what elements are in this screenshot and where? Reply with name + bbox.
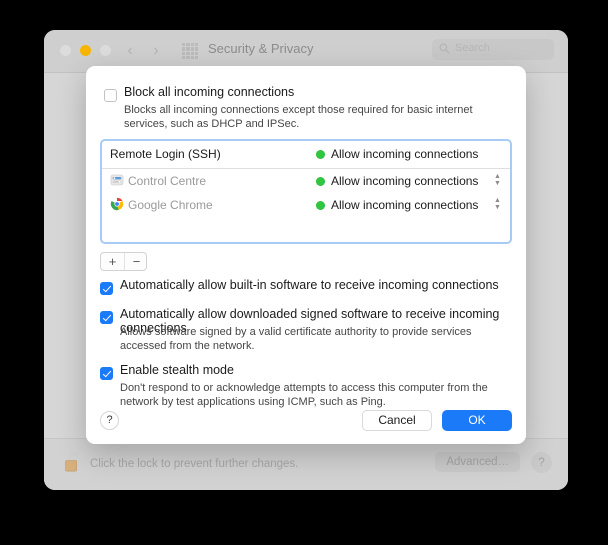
chevron-left-icon[interactable]: ‹: [122, 42, 138, 60]
app-status-label: Allow incoming connections: [331, 174, 479, 188]
chevron-right-icon[interactable]: ›: [148, 42, 164, 60]
app-status-label: Allow incoming connections: [331, 147, 479, 161]
zoom-window-button[interactable]: [100, 45, 111, 56]
ok-button[interactable]: OK: [442, 410, 512, 431]
firewall-options-sheet: Block all incoming connections Blocks al…: [86, 66, 526, 444]
lock-bar: Click the lock to prevent further change…: [44, 438, 568, 490]
app-status-label: Allow incoming connections: [331, 198, 479, 212]
stepper-control[interactable]: ▲ ▼: [493, 173, 502, 189]
stepper-control[interactable]: ▲ ▼: [493, 197, 502, 213]
enable-stealth-mode-checkbox[interactable]: [100, 367, 113, 380]
app-name: Google Chrome: [128, 198, 213, 212]
status-badge: [316, 177, 325, 186]
lock-bar-text: Click the lock to prevent further change…: [90, 458, 299, 470]
allow-builtin-software-checkbox[interactable]: [100, 282, 113, 295]
search-icon: [439, 43, 450, 54]
block-all-incoming-description: Blocks all incoming connections except t…: [124, 104, 473, 130]
status-badge: [316, 150, 325, 159]
grid-view-icon[interactable]: [182, 43, 198, 59]
app-name: Control Centre: [128, 174, 207, 188]
firewall-apps-list[interactable]: Remote Login (SSH) Allow incoming connec…: [100, 139, 512, 244]
block-all-incoming-checkbox[interactable]: [104, 89, 117, 102]
minimize-window-button[interactable]: [80, 45, 91, 56]
remove-app-button[interactable]: −: [124, 253, 148, 270]
control-centre-icon: [110, 173, 124, 187]
close-window-button[interactable]: [60, 45, 71, 56]
search-placeholder: Search: [455, 42, 490, 54]
list-add-remove-controls: + −: [100, 252, 147, 271]
allow-signed-software-checkbox[interactable]: [100, 311, 113, 324]
block-all-incoming-label: Block all incoming connections: [124, 85, 295, 99]
help-button[interactable]: ?: [100, 411, 119, 430]
table-row[interactable]: Google Chrome Allow incoming connections…: [102, 193, 510, 217]
google-chrome-icon: [110, 197, 124, 211]
table-row[interactable]: Remote Login (SSH) Allow incoming connec…: [102, 141, 510, 169]
unlocked-padlock-icon[interactable]: [64, 451, 82, 475]
add-app-button[interactable]: +: [101, 253, 124, 270]
status-badge: [316, 201, 325, 210]
allow-builtin-software-label: Automatically allow built-in software to…: [120, 278, 499, 292]
enable-stealth-mode-label: Enable stealth mode: [120, 363, 234, 377]
app-name: Remote Login (SSH): [110, 147, 221, 161]
cancel-button[interactable]: Cancel: [362, 410, 432, 431]
enable-stealth-mode-description: Don't respond to or acknowledge attempts…: [120, 382, 488, 408]
allow-signed-software-description: Allows software signed by a valid certif…: [120, 326, 472, 352]
search-input[interactable]: Search: [432, 39, 554, 60]
help-button[interactable]: ?: [531, 452, 552, 473]
table-row[interactable]: Control Centre Allow incoming connection…: [102, 169, 510, 193]
page-title: Security & Privacy: [208, 41, 314, 56]
advanced-button[interactable]: Advanced…: [435, 452, 520, 472]
